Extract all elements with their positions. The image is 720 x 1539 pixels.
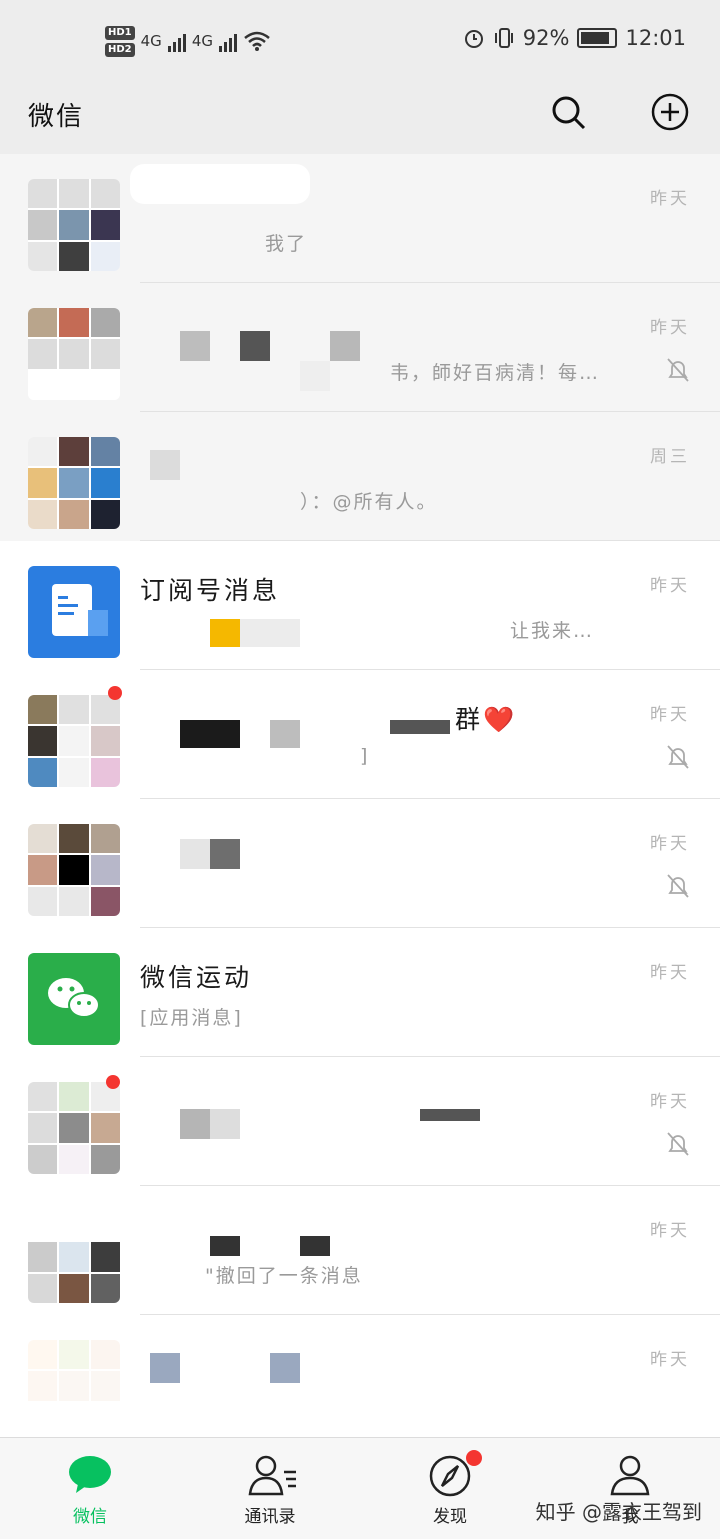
group-avatar [28, 824, 120, 916]
status-bar: HD1 HD2 4G 4G 92% 12:01 [0, 0, 720, 80]
person-icon [610, 1455, 650, 1496]
unread-dot [106, 1075, 120, 1089]
chat-preview: [应用消息] [140, 1007, 243, 1029]
wechat-logo-icon [48, 978, 100, 1018]
group-avatar [28, 179, 120, 271]
tab-chats[interactable]: 微信 [30, 1438, 150, 1539]
subscription-avatar [28, 566, 120, 658]
chat-row[interactable]: 订阅号消息 让我来… 昨天 [0, 541, 720, 670]
chat-preview: 韦，師好百病清！每… [390, 362, 601, 384]
battery-icon [577, 28, 618, 48]
chat-preview: ）：@所有人。 [300, 491, 438, 513]
add-icon[interactable] [650, 92, 690, 132]
mute-icon [667, 358, 689, 382]
vibrate-icon [494, 28, 513, 48]
chat-row[interactable]: 昨天 [0, 1057, 720, 1186]
tab-bar: 微信 通讯录 发现 我 知乎 @露衣王驾到 [0, 1437, 720, 1539]
wifi-icon [244, 31, 270, 51]
contacts-icon [248, 1455, 296, 1496]
chat-list: 我了 昨天 韦，師好百病清！每… 昨天 ）：@所有人。 周三 订阅号消息 让我来… [0, 154, 720, 1444]
group-avatar [28, 1340, 120, 1432]
group-avatar [28, 695, 120, 787]
group-avatar [28, 1211, 120, 1303]
chat-row[interactable]: 我了 昨天 [0, 154, 720, 283]
alarm-icon [464, 30, 483, 48]
network-type-2: 4G [191, 32, 213, 50]
chat-name: 群❤️ [455, 705, 518, 734]
page-title: 微信 [28, 102, 85, 132]
chat-time: 昨天 [650, 963, 690, 983]
chat-time: 昨天 [650, 705, 690, 725]
chat-time: 昨天 [650, 834, 690, 854]
network-type: 4G [140, 32, 162, 50]
compass-icon [429, 1455, 471, 1497]
notification-dot [466, 1450, 482, 1466]
chat-preview: ] [360, 745, 370, 767]
tab-discover[interactable]: 发现 [390, 1438, 510, 1539]
chat-row[interactable]: 昨天 [0, 799, 720, 928]
unread-dot [108, 686, 122, 700]
chat-preview: 让我来… [510, 620, 595, 642]
chat-row[interactable]: 昨天 [0, 1315, 720, 1444]
tab-contacts[interactable]: 通讯录 [210, 1438, 330, 1539]
tab-label: 微信 [73, 1507, 107, 1527]
signal-area: HD1 HD2 4G 4G [105, 20, 271, 62]
chat-time: 昨天 [650, 1350, 690, 1370]
group-avatar [28, 308, 120, 400]
signal-icon-2 [218, 30, 237, 52]
signal-icon [167, 30, 186, 52]
chat-time: 昨天 [650, 318, 690, 338]
chat-row[interactable]: "撤回了一条消息 昨天 [0, 1186, 720, 1315]
chat-preview: "撤回了一条消息 [205, 1265, 363, 1287]
group-avatar [28, 1082, 120, 1174]
chat-time: 昨天 [650, 1092, 690, 1112]
chat-row[interactable]: ）：@所有人。 周三 [0, 412, 720, 541]
tab-label: 发现 [433, 1507, 467, 1527]
watermark: 知乎 @露衣王驾到 [535, 1500, 702, 1524]
chat-row[interactable]: 韦，師好百病清！每… 昨天 [0, 283, 720, 412]
tab-label: 通讯录 [244, 1507, 296, 1527]
chat-time: 周三 [650, 447, 690, 467]
chat-bubble-icon [69, 1456, 111, 1493]
wechat-sport-avatar [28, 953, 120, 1045]
chat-preview: 我了 [265, 233, 308, 255]
search-icon[interactable] [548, 92, 588, 132]
chat-name: 微信运动 [140, 963, 253, 992]
chat-name: 订阅号消息 [140, 576, 281, 605]
article-icon [52, 584, 108, 636]
chat-row[interactable]: 群❤️ ] 昨天 [0, 670, 720, 799]
status-right: 92% 12:01 [463, 26, 686, 50]
clock: 12:01 [625, 26, 686, 50]
hd-icon: HD1 HD2 [105, 25, 135, 57]
mute-icon [667, 1132, 689, 1156]
battery-percent: 92% [522, 26, 570, 50]
mute-icon [667, 874, 689, 898]
app-header: 微信 [0, 80, 720, 154]
chat-row[interactable]: 微信运动 [应用消息] 昨天 [0, 928, 720, 1057]
chat-time: 昨天 [650, 576, 690, 596]
chat-time: 昨天 [650, 189, 690, 209]
mute-icon [667, 745, 689, 769]
chat-time: 昨天 [650, 1221, 690, 1241]
group-avatar [28, 437, 120, 529]
